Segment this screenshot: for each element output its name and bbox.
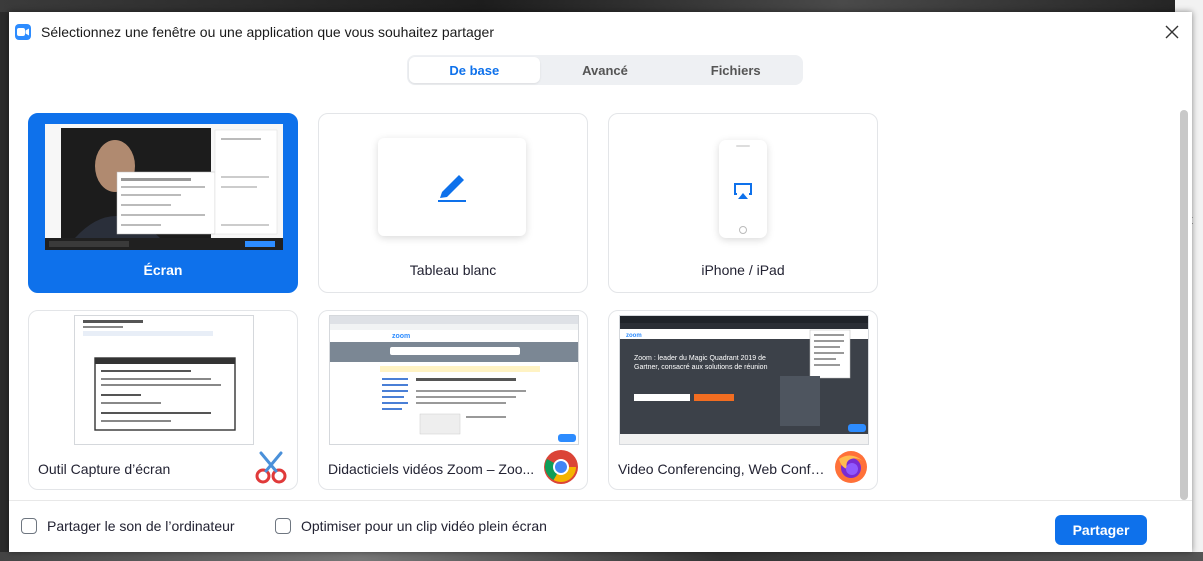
window-thumbnail: zoom	[329, 315, 579, 445]
close-button[interactable]	[1158, 18, 1186, 46]
checkbox-box[interactable]	[275, 518, 291, 534]
share-option-iphone-ipad[interactable]: iPhone / iPad	[608, 113, 878, 293]
airplay-icon	[734, 183, 752, 199]
svg-text:zoom: zoom	[392, 333, 410, 340]
dialog-footer: Partager le son de l’ordinateur Optimise…	[9, 500, 1192, 553]
share-options-grid: Écran Tableau blanc iPhone / iPad Outil …	[9, 102, 1192, 500]
checkbox-box[interactable]	[21, 518, 37, 534]
share-computer-sound-checkbox[interactable]: Partager le son de l’ordinateur	[21, 518, 235, 534]
share-window-snipping-tool[interactable]: Outil Capture d’écran	[28, 310, 298, 490]
firefox-icon	[835, 451, 867, 483]
share-option-screen[interactable]: Écran	[28, 113, 298, 293]
scissors-icon	[255, 451, 287, 484]
screen-thumbnail	[45, 124, 283, 250]
background-top	[0, 0, 1203, 12]
window-thumbnail	[74, 315, 254, 445]
card-label: Outil Capture d’écran	[38, 461, 171, 477]
optimize-video-clip-checkbox[interactable]: Optimiser pour un clip vidéo plein écran	[275, 518, 547, 534]
tab-advanced[interactable]: Avancé	[540, 57, 671, 83]
share-screen-dialog: Sélectionnez une fenêtre ou une applicat…	[9, 12, 1192, 552]
share-button[interactable]: Partager	[1055, 515, 1147, 545]
card-label: Tableau blanc	[409, 262, 497, 278]
background-bottom	[0, 552, 1203, 561]
card-label: iPhone / iPad	[701, 262, 785, 278]
share-tabs: De base Avancé Fichiers	[407, 55, 803, 85]
share-option-whiteboard[interactable]: Tableau blanc	[318, 113, 588, 293]
scrollbar-thumb[interactable]	[1180, 110, 1188, 500]
card-label: Écran	[143, 262, 183, 278]
phone-preview	[719, 140, 767, 238]
title-bar: Sélectionnez une fenêtre ou une applicat…	[9, 12, 1192, 52]
tab-files[interactable]: Fichiers	[670, 57, 801, 83]
svg-text:zoom: zoom	[626, 333, 642, 339]
card-label: Video Conferencing, Web Confer...	[618, 461, 827, 477]
dialog-title: Sélectionnez une fenêtre ou une applicat…	[41, 24, 494, 40]
zoom-app-icon	[15, 24, 31, 40]
card-label: Didacticiels vidéos Zoom – Zoo...	[328, 461, 535, 477]
share-window-firefox[interactable]: zoom Zoom : leader du Magic Quadrant 201…	[608, 310, 878, 490]
thumbnail-page-text: Zoom : leader du Magic Quadrant 2019 de …	[634, 355, 768, 371]
window-thumbnail: zoom Zoom : leader du Magic Quadrant 201…	[619, 315, 869, 445]
whiteboard-preview	[378, 138, 526, 236]
close-icon	[1165, 25, 1179, 39]
chrome-icon	[544, 450, 578, 484]
checkbox-label: Optimiser pour un clip vidéo plein écran	[301, 518, 547, 534]
pencil-icon	[438, 175, 466, 202]
share-window-chrome[interactable]: zoom Didacticiels vidéos Zoom – Zoo...	[318, 310, 588, 490]
checkbox-label: Partager le son de l’ordinateur	[47, 518, 235, 534]
tab-basic[interactable]: De base	[409, 57, 540, 83]
